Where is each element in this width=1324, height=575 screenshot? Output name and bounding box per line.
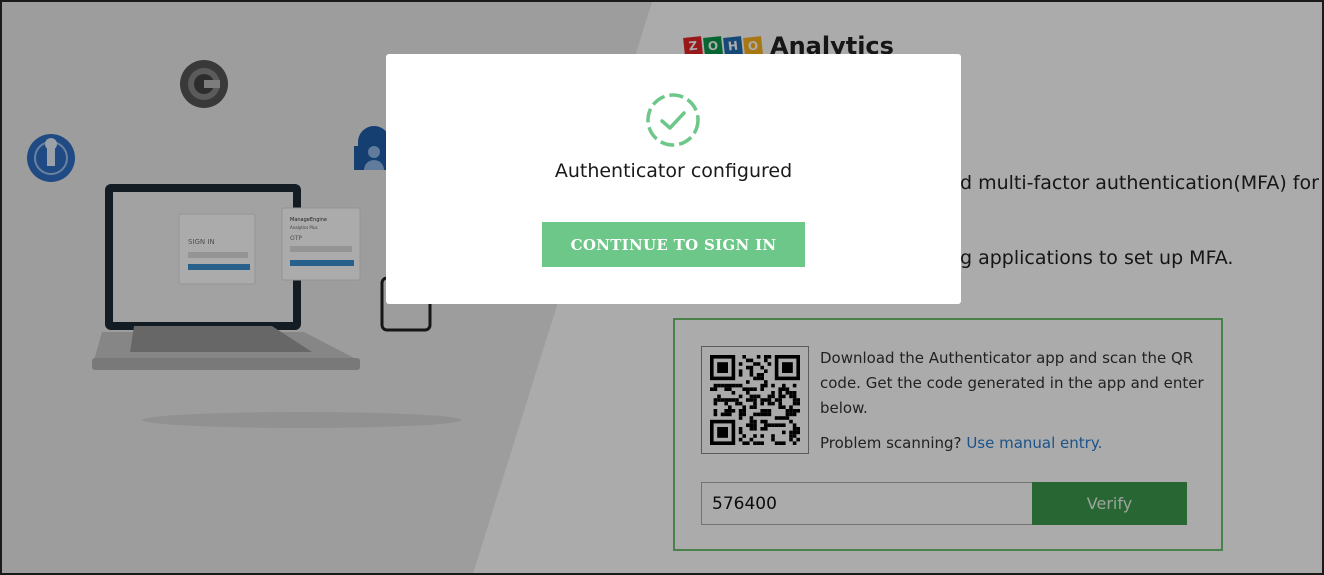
continue-to-sign-in-button[interactable]: CONTINUE TO SIGN IN xyxy=(542,222,805,267)
check-circle-icon xyxy=(646,93,700,147)
page-frame: SIGN IN ManageEngine Analytics Plus OTP … xyxy=(0,0,1324,575)
dialog-title: Authenticator configured xyxy=(554,160,793,182)
success-dialog: Authenticator configured CONTINUE TO SIG… xyxy=(386,54,961,304)
